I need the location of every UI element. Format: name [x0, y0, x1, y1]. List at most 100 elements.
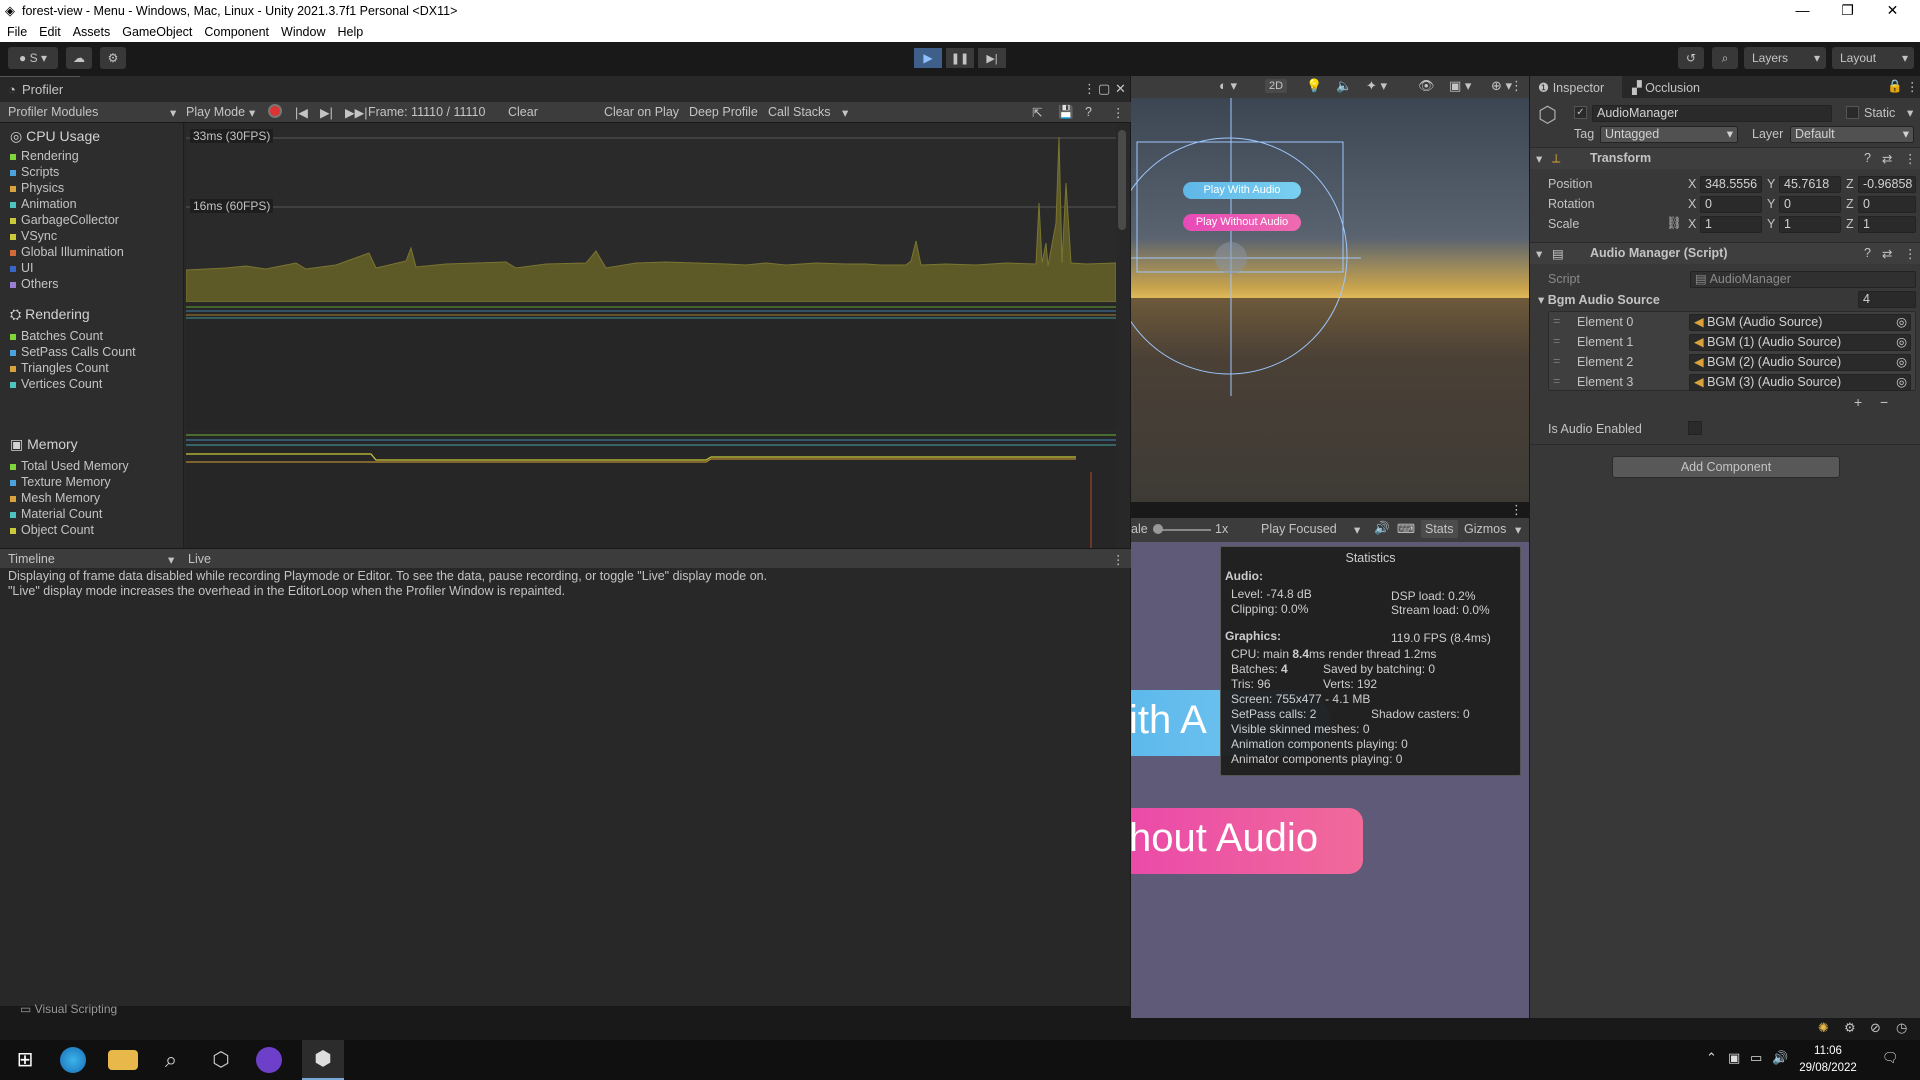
- element-field[interactable]: ◀ BGM (1) (Audio Source) ◎: [1689, 334, 1911, 351]
- add-component-button[interactable]: Add Component: [1612, 456, 1840, 478]
- account-button[interactable]: ● S ▾: [8, 47, 58, 69]
- search-app-icon[interactable]: ⌕: [156, 1045, 186, 1075]
- more-options-icon[interactable]: ⋮: [1904, 151, 1917, 166]
- module-item[interactable]: UI: [10, 261, 34, 275]
- rendering-graph[interactable]: [186, 304, 1116, 430]
- rotation-z-field[interactable]: 0: [1858, 196, 1916, 213]
- more-options-icon[interactable]: ⋮: [1112, 105, 1125, 120]
- build-status-icon[interactable]: ⚙: [1844, 1020, 1856, 1036]
- cpu-usage-graph[interactable]: 33ms (30FPS) 16ms (60FPS): [186, 123, 1116, 302]
- constrain-proportions-icon[interactable]: ⛓: [1666, 216, 1682, 231]
- drag-handle-icon[interactable]: =: [1553, 334, 1560, 348]
- module-item[interactable]: Animation: [10, 197, 77, 211]
- preset-icon[interactable]: ⇄: [1882, 246, 1892, 261]
- maximize-icon[interactable]: ▢: [1098, 81, 1110, 97]
- tag-dropdown[interactable]: Untagged ▾: [1600, 126, 1738, 143]
- profiler-modules-dropdown[interactable]: Profiler Modules: [8, 105, 98, 119]
- tab-inspector[interactable]: ❶ Inspector: [1530, 76, 1622, 98]
- scale-z-field[interactable]: 1: [1858, 216, 1916, 233]
- memory-header[interactable]: ▣ Memory: [10, 436, 78, 453]
- module-item[interactable]: SetPass Calls Count: [10, 345, 136, 359]
- minimize-button[interactable]: —: [1780, 0, 1825, 22]
- start-icon[interactable]: ⊞: [10, 1045, 40, 1075]
- load-icon[interactable]: ⇱: [1032, 105, 1042, 120]
- more-options-icon[interactable]: ⋮: [1906, 79, 1919, 94]
- scale-slider-handle[interactable]: [1153, 524, 1163, 534]
- module-item[interactable]: GarbageCollector: [10, 213, 119, 227]
- last-frame-icon[interactable]: ▶▶|: [345, 105, 367, 120]
- tab-occlusion[interactable]: ▞ Occlusion: [1632, 80, 1700, 95]
- static-checkbox[interactable]: [1846, 106, 1859, 119]
- module-item[interactable]: Batches Count: [10, 329, 103, 343]
- position-x-field[interactable]: 348.5556: [1700, 176, 1762, 193]
- drag-handle-icon[interactable]: =: [1553, 354, 1560, 368]
- lock-icon[interactable]: 🔒: [1887, 79, 1903, 94]
- list-item[interactable]: = Element 2 ◀ BGM (2) (Audio Source) ◎: [1549, 354, 1915, 372]
- maximize-button[interactable]: ❐: [1825, 0, 1870, 22]
- unity-hub-icon[interactable]: ⬡: [206, 1045, 236, 1075]
- menu-component[interactable]: Component: [204, 25, 269, 39]
- first-frame-icon[interactable]: |◀: [295, 105, 308, 120]
- file-explorer-icon[interactable]: [108, 1050, 138, 1070]
- is-audio-enabled-checkbox[interactable]: [1688, 421, 1702, 435]
- taskbar-clock[interactable]: 11:06 29/08/2022: [1796, 1043, 1860, 1077]
- volume-icon[interactable]: 🔊: [1772, 1050, 1788, 1066]
- module-item[interactable]: Object Count: [10, 523, 94, 537]
- stats-toggle[interactable]: Stats: [1421, 520, 1458, 538]
- deep-profile-toggle[interactable]: Deep Profile: [689, 105, 758, 119]
- menu-assets[interactable]: Assets: [73, 25, 111, 39]
- debug-icon[interactable]: ⊘: [1870, 1020, 1881, 1036]
- layer-dropdown[interactable]: Default ▾: [1790, 126, 1914, 143]
- edge-icon[interactable]: [60, 1047, 86, 1073]
- play-focused-dropdown[interactable]: Play Focused: [1261, 522, 1337, 536]
- close-icon[interactable]: ✕: [1115, 81, 1126, 97]
- clear-button[interactable]: Clear: [508, 105, 538, 119]
- scene-panel-options[interactable]: ⋮: [1510, 78, 1523, 94]
- network-icon[interactable]: ▭: [1750, 1050, 1762, 1066]
- more-options-icon[interactable]: ⋮: [1083, 81, 1096, 97]
- position-y-field[interactable]: 45.7618: [1779, 176, 1841, 193]
- transform-header[interactable]: ▾ ⟂ Transform ? ⇄ ⋮: [1530, 147, 1920, 169]
- object-picker-icon[interactable]: ◎: [1896, 375, 1907, 390]
- element-field[interactable]: ◀ BGM (3) (Audio Source) ◎: [1689, 374, 1911, 391]
- scene-view[interactable]: ◐ ▾ 2D 💡 🔈 ✦ ▾ 👁 ▣ ▾ ⊕ ▾ Play With Audio…: [1131, 76, 1529, 502]
- module-item[interactable]: Others: [10, 277, 59, 291]
- next-frame-icon[interactable]: ▶|: [320, 105, 333, 120]
- module-item[interactable]: VSync: [10, 229, 57, 243]
- layout-dropdown[interactable]: Layout ▾: [1832, 47, 1914, 69]
- menu-help[interactable]: Help: [337, 25, 363, 39]
- module-item[interactable]: Scripts: [10, 165, 59, 179]
- object-picker-icon[interactable]: ◎: [1896, 315, 1907, 330]
- unity-editor-icon[interactable]: ⬢: [302, 1040, 344, 1080]
- github-icon[interactable]: [256, 1047, 282, 1073]
- bgm-array-size[interactable]: 4: [1858, 291, 1916, 308]
- element-field[interactable]: ◀ BGM (Audio Source) ◎: [1689, 314, 1911, 331]
- object-picker-icon[interactable]: ◎: [1896, 335, 1907, 350]
- collab-button[interactable]: ⚙: [100, 47, 126, 69]
- clear-on-play-toggle[interactable]: Clear on Play: [604, 105, 679, 119]
- more-options-icon[interactable]: ⋮: [1112, 552, 1125, 567]
- module-item[interactable]: Rendering: [10, 149, 79, 163]
- menu-gameobject[interactable]: GameObject: [122, 25, 192, 39]
- graph-scrollbar[interactable]: [1118, 130, 1126, 230]
- cpu-usage-header[interactable]: ◎ CPU Usage: [10, 128, 100, 145]
- active-checkbox[interactable]: ✓: [1574, 106, 1587, 119]
- layers-dropdown[interactable]: Layers ▾: [1744, 47, 1826, 69]
- visual-scripting-item[interactable]: ▭ Visual Scripting: [20, 1002, 117, 1016]
- help-icon[interactable]: ?: [1085, 105, 1092, 119]
- mute-icon[interactable]: 🔊: [1374, 521, 1390, 536]
- preset-icon[interactable]: ⇄: [1882, 151, 1892, 166]
- list-item[interactable]: = Element 1 ◀ BGM (1) (Audio Source) ◎: [1549, 334, 1915, 352]
- module-item[interactable]: Physics: [10, 181, 64, 195]
- help-icon[interactable]: ?: [1864, 151, 1871, 165]
- tab-profiler[interactable]: ◔ Profiler: [0, 76, 80, 102]
- close-button[interactable]: ✕: [1870, 0, 1915, 22]
- search-button[interactable]: ⌕: [1712, 47, 1738, 69]
- record-button[interactable]: [268, 104, 282, 118]
- play-mode-dropdown[interactable]: Play Mode: [186, 105, 245, 119]
- menu-window[interactable]: Window: [281, 25, 325, 39]
- module-item[interactable]: Triangles Count: [10, 361, 109, 375]
- scale-y-field[interactable]: 1: [1779, 216, 1841, 233]
- remove-element-button[interactable]: −: [1880, 394, 1888, 410]
- module-item[interactable]: Material Count: [10, 507, 102, 521]
